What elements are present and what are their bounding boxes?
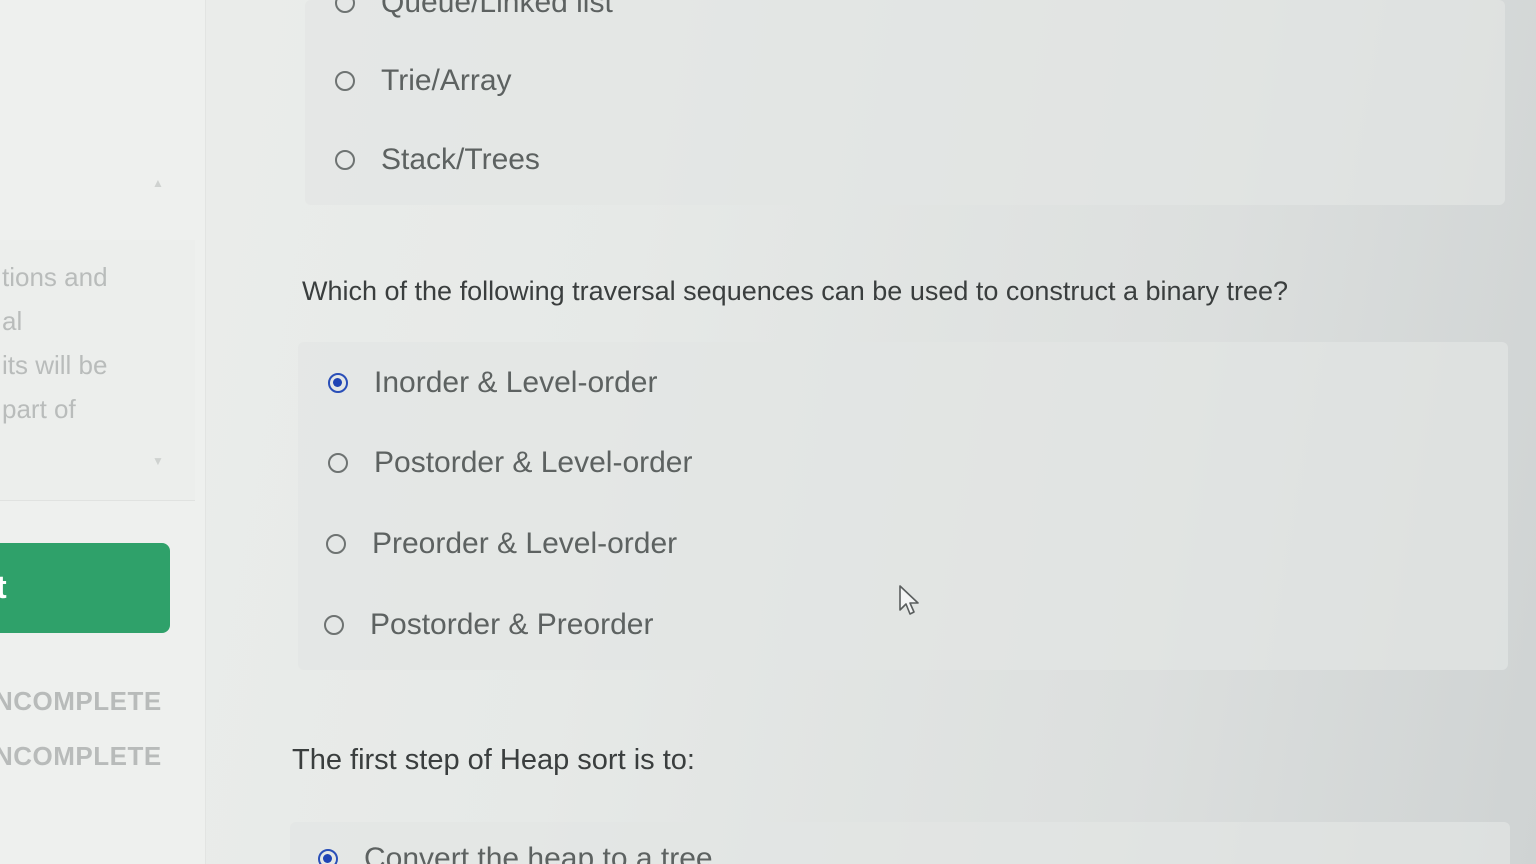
option-label: Queue/Linked list xyxy=(381,0,613,19)
sidebar: ▲ tions and al its will be part of ▼ t N… xyxy=(0,0,206,864)
question-2-text: Which of the following traversal sequenc… xyxy=(302,276,1289,306)
option-convert-heap-to-tree[interactable]: Convert the heap to a tree xyxy=(318,842,713,864)
radio-icon[interactable] xyxy=(318,849,338,864)
question-2-options: Inorder & Level-order Postorder & Level-… xyxy=(298,342,1508,670)
option-label: Stack/Trees xyxy=(381,143,540,176)
radio-icon[interactable] xyxy=(326,534,346,554)
option-inorder-level-order[interactable]: Inorder & Level-order xyxy=(328,366,657,400)
instructions-line: part of xyxy=(2,394,76,424)
status-label: NCOMPLETE xyxy=(0,686,162,716)
option-label: Postorder & Preorder xyxy=(370,608,654,641)
option-label: Inorder & Level-order xyxy=(374,366,658,399)
status-label: NCOMPLETE xyxy=(0,741,162,771)
radio-icon[interactable] xyxy=(335,0,355,13)
option-label: Convert the heap to a tree xyxy=(364,842,713,864)
option-postorder-level-order[interactable]: Postorder & Level-order xyxy=(328,446,693,480)
radio-icon[interactable] xyxy=(335,71,355,91)
option-label: Preorder & Level-order xyxy=(372,527,678,560)
radio-icon[interactable] xyxy=(324,615,344,635)
quiz-screen: ▲ tions and al its will be part of ▼ t N… xyxy=(0,0,1536,864)
question-1-options: Queue/Linked list Trie/Array Stack/Trees xyxy=(305,0,1505,205)
radio-icon[interactable] xyxy=(328,373,348,393)
radio-icon[interactable] xyxy=(335,150,355,170)
radio-icon[interactable] xyxy=(328,453,348,473)
option-preorder-level-order[interactable]: Preorder & Level-order xyxy=(326,527,677,561)
option-queue-linked-list[interactable]: Queue/Linked list xyxy=(335,0,613,20)
option-label: Trie/Array xyxy=(381,64,512,97)
option-trie-array[interactable]: Trie/Array xyxy=(335,64,512,98)
option-postorder-preorder[interactable]: Postorder & Preorder xyxy=(324,608,653,642)
quiz-content: Queue/Linked list Trie/Array Stack/Trees… xyxy=(250,0,1536,864)
scroll-down-icon[interactable]: ▼ xyxy=(152,454,164,468)
instructions-line: its will be xyxy=(2,350,108,380)
option-stack-trees[interactable]: Stack/Trees xyxy=(335,143,540,177)
mouse-cursor-icon xyxy=(899,585,919,615)
instructions-line: al xyxy=(2,306,23,336)
instructions-line: tions and xyxy=(2,262,108,292)
start-button[interactable]: t xyxy=(0,543,170,633)
question-3-options: Convert the heap to a tree xyxy=(290,822,1510,864)
scroll-up-icon[interactable]: ▲ xyxy=(152,176,164,190)
option-label: Postorder & Level-order xyxy=(374,446,693,479)
question-3-text: The first step of Heap sort is to: xyxy=(292,744,695,776)
instructions-panel: tions and al its will be part of ▼ xyxy=(0,240,195,501)
